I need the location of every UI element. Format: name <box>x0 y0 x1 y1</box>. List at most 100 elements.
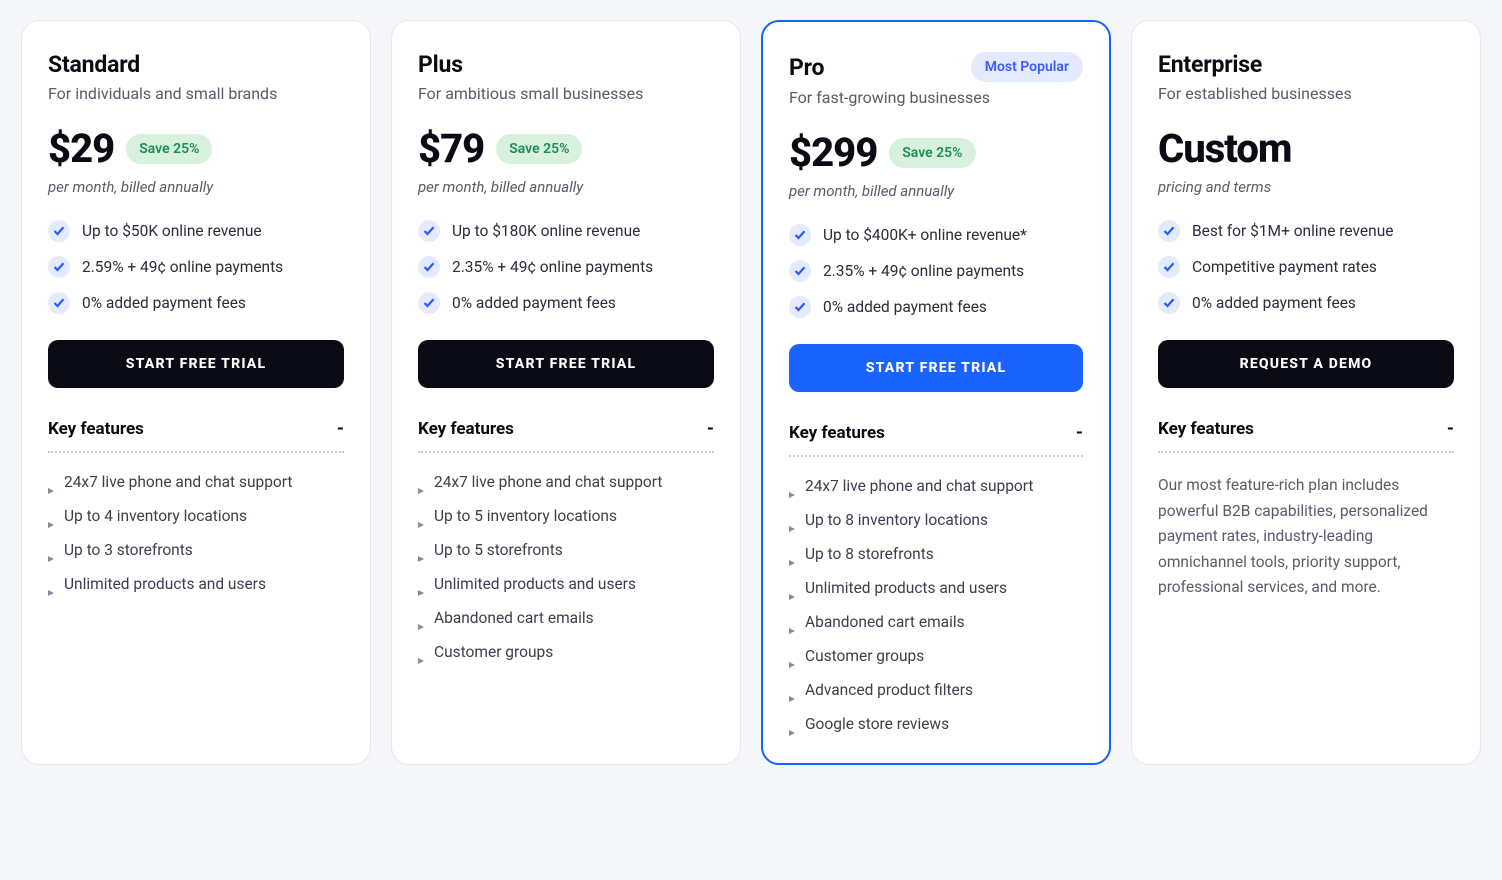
start-free-trial-button[interactable]: START FREE TRIAL <box>789 344 1083 392</box>
billing-note: per month, billed annually <box>48 178 344 196</box>
key-features-label: Key features <box>48 419 144 439</box>
feature-item: 24x7 live phone and chat support <box>48 473 344 491</box>
collapse-icon: - <box>1447 418 1454 439</box>
plan-subtitle: For ambitious small businesses <box>418 84 714 103</box>
highlight-item: 2.35% + 49¢ online payments <box>418 256 714 278</box>
highlight-text: 2.35% + 49¢ online payments <box>452 258 653 276</box>
feature-item: 24x7 live phone and chat support <box>418 473 714 491</box>
highlight-text: Up to $400K+ online revenue* <box>823 226 1027 244</box>
check-icon <box>1158 256 1180 278</box>
feature-list: 24x7 live phone and chat support Up to 4… <box>48 473 344 593</box>
collapse-icon: - <box>337 418 344 439</box>
feature-item: Customer groups <box>789 647 1083 665</box>
caret-icon <box>789 586 795 592</box>
feature-text: Up to 5 inventory locations <box>434 507 617 525</box>
feature-item: Advanced product filters <box>789 681 1083 699</box>
highlight-item: 2.35% + 49¢ online payments <box>789 260 1083 282</box>
key-features-label: Key features <box>789 423 885 443</box>
plan-plus: Plus For ambitious small businesses $79 … <box>391 20 741 765</box>
feature-text: Google store reviews <box>805 715 949 733</box>
feature-item: Unlimited products and users <box>418 575 714 593</box>
plan-highlights: Up to $400K+ online revenue* 2.35% + 49¢… <box>789 224 1083 318</box>
feature-item: Abandoned cart emails <box>789 613 1083 631</box>
billing-note: pricing and terms <box>1158 178 1454 196</box>
caret-icon <box>789 654 795 660</box>
billing-note: per month, billed annually <box>418 178 714 196</box>
highlight-item: 0% added payment fees <box>48 292 344 314</box>
feature-text: Customer groups <box>434 643 553 661</box>
plan-header: Pro Most Popular For fast-growing busine… <box>789 52 1083 107</box>
feature-text: Customer groups <box>805 647 924 665</box>
feature-text: 24x7 live phone and chat support <box>64 473 292 491</box>
request-demo-button[interactable]: REQUEST A DEMO <box>1158 340 1454 388</box>
key-features-label: Key features <box>418 419 514 439</box>
feature-text: Unlimited products and users <box>805 579 1007 597</box>
key-features-label: Key features <box>1158 419 1254 439</box>
highlight-text: Up to $180K online revenue <box>452 222 640 240</box>
plan-highlights: Up to $180K online revenue 2.35% + 49¢ o… <box>418 220 714 314</box>
plan-standard: Standard For individuals and small brand… <box>21 20 371 765</box>
feature-text: Up to 3 storefronts <box>64 541 193 559</box>
check-icon <box>48 292 70 314</box>
highlight-item: 0% added payment fees <box>1158 292 1454 314</box>
check-icon <box>1158 220 1180 242</box>
check-icon <box>418 292 440 314</box>
feature-description: Our most feature-rich plan includes powe… <box>1158 473 1454 601</box>
check-icon <box>48 220 70 242</box>
key-features-toggle[interactable]: Key features - <box>789 422 1083 457</box>
feature-list: 24x7 live phone and chat support Up to 5… <box>418 473 714 661</box>
save-badge: Save 25% <box>496 134 582 164</box>
check-icon <box>789 296 811 318</box>
caret-icon <box>48 514 54 520</box>
caret-icon <box>789 620 795 626</box>
caret-icon <box>48 548 54 554</box>
key-features-toggle[interactable]: Key features - <box>1158 418 1454 453</box>
plan-title: Standard <box>48 51 140 78</box>
plan-title: Pro <box>789 54 824 81</box>
highlight-item: Up to $180K online revenue <box>418 220 714 242</box>
feature-item: Google store reviews <box>789 715 1083 733</box>
plan-header: Enterprise For established businesses <box>1158 51 1454 103</box>
key-features-toggle[interactable]: Key features - <box>418 418 714 453</box>
save-badge: Save 25% <box>889 138 975 168</box>
pricing-grid: Standard For individuals and small brand… <box>21 20 1481 765</box>
highlight-item: Best for $1M+ online revenue <box>1158 220 1454 242</box>
plan-highlights: Up to $50K online revenue 2.59% + 49¢ on… <box>48 220 344 314</box>
caret-icon <box>789 518 795 524</box>
start-free-trial-button[interactable]: START FREE TRIAL <box>418 340 714 388</box>
feature-item: Up to 4 inventory locations <box>48 507 344 525</box>
caret-icon <box>48 480 54 486</box>
feature-item: 24x7 live phone and chat support <box>789 477 1083 495</box>
caret-icon <box>789 722 795 728</box>
check-icon <box>48 256 70 278</box>
highlight-text: 0% added payment fees <box>82 294 246 312</box>
highlight-text: Up to $50K online revenue <box>82 222 262 240</box>
feature-list: 24x7 live phone and chat support Up to 8… <box>789 477 1083 733</box>
start-free-trial-button[interactable]: START FREE TRIAL <box>48 340 344 388</box>
highlight-item: 0% added payment fees <box>418 292 714 314</box>
feature-text: Abandoned cart emails <box>434 609 594 627</box>
feature-item: Unlimited products and users <box>48 575 344 593</box>
highlight-text: 2.59% + 49¢ online payments <box>82 258 283 276</box>
key-features-toggle[interactable]: Key features - <box>48 418 344 453</box>
plan-pro: Pro Most Popular For fast-growing busine… <box>761 20 1111 765</box>
feature-text: Advanced product filters <box>805 681 973 699</box>
plan-subtitle: For individuals and small brands <box>48 84 344 103</box>
caret-icon <box>418 650 424 656</box>
feature-item: Up to 3 storefronts <box>48 541 344 559</box>
feature-text: Up to 5 storefronts <box>434 541 563 559</box>
caret-icon <box>789 484 795 490</box>
plan-price-custom: Custom <box>1158 125 1291 172</box>
caret-icon <box>789 552 795 558</box>
caret-icon <box>48 582 54 588</box>
highlight-text: 0% added payment fees <box>823 298 987 316</box>
check-icon <box>418 220 440 242</box>
caret-icon <box>418 480 424 486</box>
plan-enterprise: Enterprise For established businesses Cu… <box>1131 20 1481 765</box>
feature-item: Unlimited products and users <box>789 579 1083 597</box>
feature-text: 24x7 live phone and chat support <box>434 473 662 491</box>
highlight-text: Best for $1M+ online revenue <box>1192 222 1393 240</box>
plan-highlights: Best for $1M+ online revenue Competitive… <box>1158 220 1454 314</box>
feature-text: 24x7 live phone and chat support <box>805 477 1033 495</box>
caret-icon <box>418 514 424 520</box>
